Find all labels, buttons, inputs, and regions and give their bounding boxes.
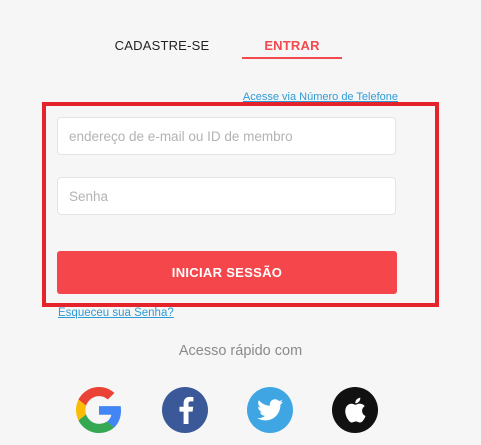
forgot-password-link[interactable]: Esqueceu sua Senha? [58,307,174,319]
password-field[interactable] [57,177,396,215]
quick-access-label: Acesso rápido com [178,343,303,359]
email-field[interactable] [57,117,396,155]
google-login-button[interactable] [76,387,122,433]
tab-login[interactable]: ENTRAR [242,38,342,53]
apple-icon [345,397,366,423]
login-button[interactable]: INICIAR SESSÃO [57,251,397,294]
active-tab-indicator [242,57,342,59]
tab-signup[interactable]: CADASTRE-SE [113,38,211,53]
twitter-login-button[interactable] [247,387,293,433]
facebook-login-button[interactable] [162,387,208,433]
apple-login-button[interactable] [332,387,378,433]
google-icon [76,387,122,433]
facebook-icon [179,396,194,424]
twitter-icon [257,399,283,421]
